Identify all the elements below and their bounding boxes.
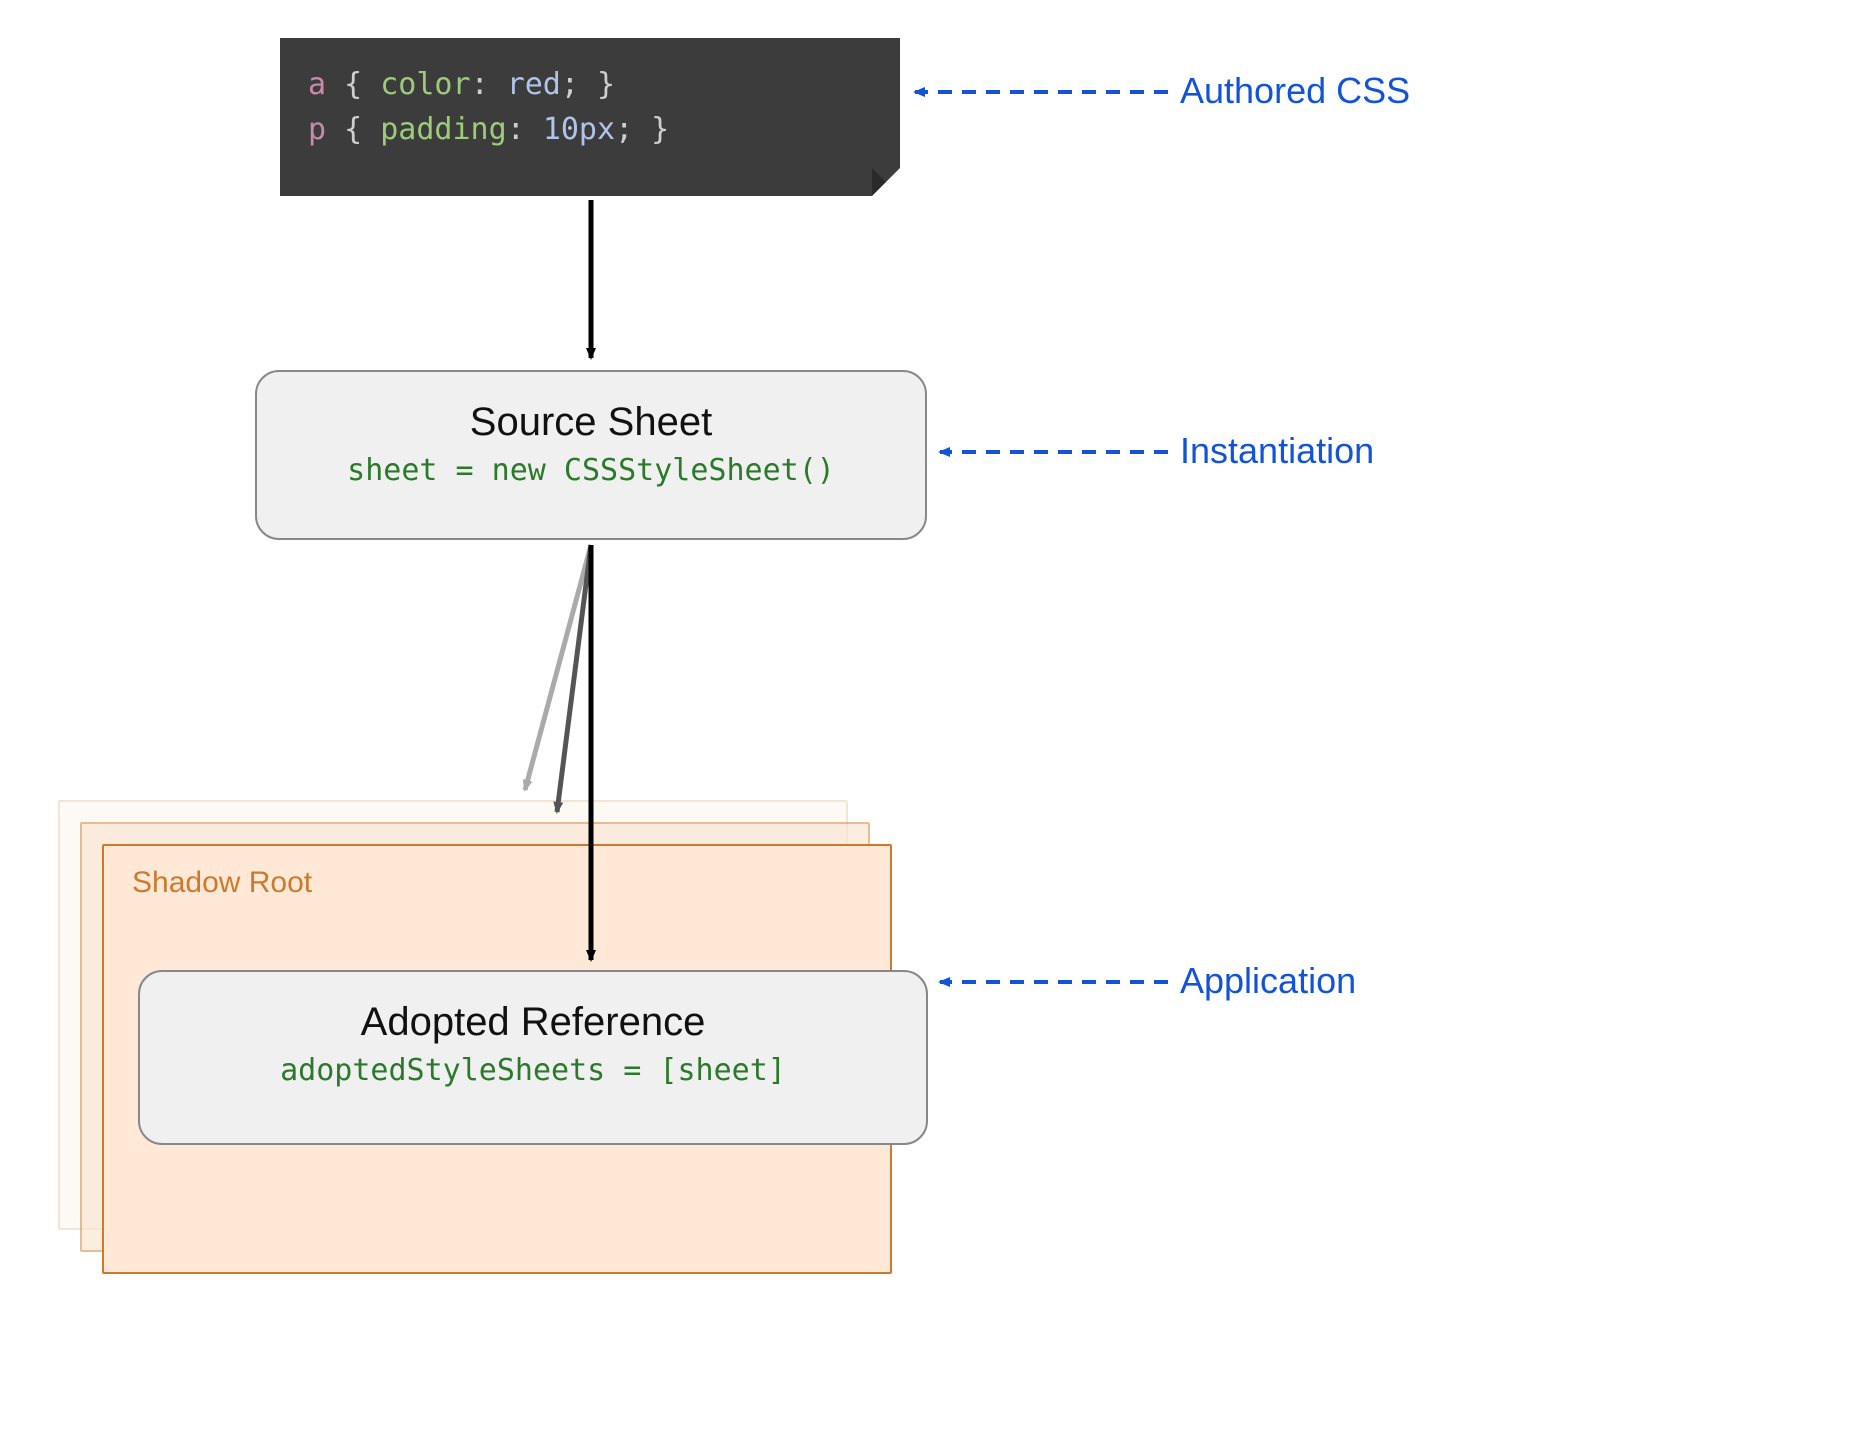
annotation-authored-css: Authored CSS <box>1180 70 1410 112</box>
annotation-instantiation: Instantiation <box>1180 430 1374 472</box>
code-value: 10px <box>543 112 615 147</box>
code-line-1: a { color: red; } <box>308 62 872 107</box>
arrow-source-to-stack-mid <box>557 545 591 812</box>
arrow-source-to-stack-back <box>525 545 591 790</box>
code-close: ; } <box>615 112 669 147</box>
adopted-reference-box: Adopted Reference adoptedStyleSheets = [… <box>138 970 928 1145</box>
adopted-reference-title: Adopted Reference <box>140 1000 926 1045</box>
authored-css-code-block: a { color: red; } p { padding: 10px; } <box>280 38 900 196</box>
shadow-root-stack: Shadow Root Adopted Reference adoptedSty… <box>58 800 886 1270</box>
code-line-2: p { padding: 10px; } <box>308 107 872 152</box>
code-selector: a <box>308 67 326 102</box>
shadow-root-label: Shadow Root <box>132 866 312 900</box>
source-sheet-title: Source Sheet <box>257 400 925 445</box>
code-colon: : <box>471 67 507 102</box>
code-value: red <box>507 67 561 102</box>
diagram-canvas: a { color: red; } p { padding: 10px; } S… <box>0 0 1874 1430</box>
code-close: ; } <box>561 67 615 102</box>
code-selector: p <box>308 112 326 147</box>
code-colon: : <box>507 112 543 147</box>
code-prop: color <box>380 67 470 102</box>
source-sheet-code: sheet = new CSSStyleSheet() <box>257 453 925 488</box>
code-brace: { <box>326 67 380 102</box>
annotation-application: Application <box>1180 960 1356 1002</box>
source-sheet-box: Source Sheet sheet = new CSSStyleSheet() <box>255 370 927 540</box>
adopted-reference-code: adoptedStyleSheets = [sheet] <box>140 1053 926 1088</box>
code-brace: { <box>326 112 380 147</box>
code-prop: padding <box>380 112 506 147</box>
